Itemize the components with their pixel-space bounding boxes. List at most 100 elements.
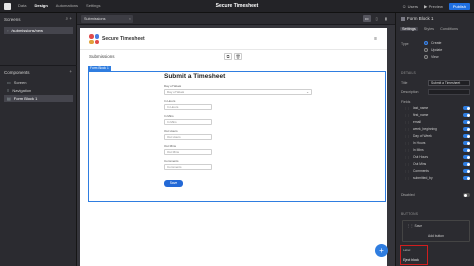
preview-button[interactable]: ▶ Preview <box>424 4 443 10</box>
tab-label: Submissions <box>84 17 106 21</box>
buttons-box: ⋮⋮ Save Add button <box>402 220 470 242</box>
component-item-form-block[interactable]: ▤ Form Block 1 <box>4 95 73 102</box>
comments-input[interactable]: Comments <box>164 164 212 170</box>
buttons-section: BUTTONS <box>401 212 419 216</box>
component-label: Form Block 1 <box>13 96 38 101</box>
add-component-fab[interactable]: + <box>375 244 388 257</box>
drag-handle-icon[interactable]: ⋮⋮ <box>404 127 410 131</box>
drag-handle-icon[interactable]: ⋮⋮ <box>404 113 410 117</box>
type-create-radio[interactable]: Create <box>424 41 442 45</box>
panel-divider <box>0 65 77 66</box>
field-row[interactable]: ⋮⋮ Out Hours <box>404 154 470 160</box>
duplicate-icon[interactable]: ⧉ <box>224 53 232 60</box>
page-subheading: Submissions <box>89 54 115 59</box>
disabled-label: Disabled <box>401 193 415 197</box>
field-row[interactable]: ⋮⋮ first_name <box>404 112 470 118</box>
tab-submissions[interactable]: Submissions × <box>81 15 133 23</box>
button-item-save[interactable]: ⋮⋮ Save <box>407 224 422 228</box>
type-view-radio[interactable]: View <box>424 55 439 59</box>
screen-item[interactable]: ▫ /submissions/new <box>4 27 73 34</box>
radio-label: Update <box>431 48 443 52</box>
field-row[interactable]: ⋮⋮ last_name <box>404 105 470 111</box>
save-button[interactable]: Save <box>164 180 183 187</box>
out-hours-input[interactable]: Out Hours <box>164 134 212 140</box>
field-row[interactable]: ⋮⋮ submitted_by <box>404 175 470 181</box>
app-title: Secure Timesheet <box>102 36 145 42</box>
field-row[interactable]: ⋮⋮ email <box>404 119 470 125</box>
drag-handle-icon[interactable]: ⋮⋮ <box>407 224 414 228</box>
field-row[interactable]: ⋮⋮ Out Mins <box>404 161 470 167</box>
budibase-logo[interactable] <box>4 3 11 10</box>
field-toggle[interactable] <box>463 155 470 159</box>
field-toggle[interactable] <box>463 120 470 124</box>
drag-handle-icon[interactable]: ⋮⋮ <box>404 134 410 138</box>
field-label-in-hours: In Hours <box>164 99 176 103</box>
type-update-radio[interactable]: Update <box>424 48 442 52</box>
field-row[interactable]: ⋮⋮ Day of Week <box>404 133 470 139</box>
field-row[interactable]: ⋮⋮ week_beginning <box>404 126 470 132</box>
nav-automations[interactable]: Automations <box>56 3 78 8</box>
tablet-icon[interactable]: ▯ <box>374 15 380 22</box>
field-toggle[interactable] <box>463 134 470 138</box>
form-block[interactable]: Submit a Timesheet Day of Week Day of We… <box>88 71 386 202</box>
canvas-tabs-bar: Submissions × ▭ ▯ ▮ <box>77 13 395 25</box>
field-name: Out Mins <box>413 162 427 166</box>
out-mins-input[interactable]: Out Mins <box>164 149 212 155</box>
title-input[interactable]: Submit a Timesheet <box>428 80 470 86</box>
in-mins-input[interactable]: In Mins <box>164 119 212 125</box>
drag-handle-icon[interactable]: ⋮⋮ <box>404 162 410 166</box>
drag-handle-icon[interactable]: ⋮⋮ <box>404 155 410 159</box>
block-icon <box>401 16 405 21</box>
field-toggle[interactable] <box>463 148 470 152</box>
field-toggle[interactable] <box>463 141 470 145</box>
field-toggle[interactable] <box>463 106 470 110</box>
component-item-navigation[interactable]: ≡ Navigation <box>4 87 73 94</box>
tab-conditions[interactable]: Conditions <box>440 27 458 31</box>
publish-button[interactable]: Publish <box>448 3 470 10</box>
drag-handle-icon[interactable]: ⋮⋮ <box>404 148 410 152</box>
drag-handle-icon[interactable]: ⋮⋮ <box>404 169 410 173</box>
drag-handle-icon[interactable]: ⋮⋮ <box>404 141 410 145</box>
description-input[interactable] <box>428 89 470 95</box>
eject-block-button[interactable]: Eject block <box>403 258 419 262</box>
desktop-icon[interactable]: ▭ <box>362 15 371 22</box>
field-toggle[interactable] <box>463 113 470 117</box>
field-toggle[interactable] <box>463 127 470 131</box>
nav-settings[interactable]: Settings <box>86 3 100 8</box>
title-label: Title <box>401 81 408 85</box>
users-label: Users <box>407 4 419 9</box>
field-row[interactable]: ⋮⋮ In Mins <box>404 147 470 153</box>
menu-icon[interactable]: ≡ <box>374 36 377 42</box>
close-icon[interactable]: × <box>129 17 131 21</box>
field-label-comments: Comments <box>164 159 179 163</box>
day-of-week-select[interactable]: Day of Week ⌄ <box>164 89 312 95</box>
disabled-toggle[interactable] <box>463 193 470 197</box>
field-toggle[interactable] <box>463 176 470 180</box>
drag-handle-icon[interactable]: ⋮⋮ <box>404 120 410 124</box>
delete-icon[interactable]: 🗑 <box>234 53 242 60</box>
search-icon[interactable]: ⌕ <box>66 16 69 21</box>
type-label: Type <box>401 42 409 46</box>
add-screen-icon[interactable]: + <box>69 16 72 21</box>
field-name: Out Hours <box>413 155 429 159</box>
drag-handle-icon[interactable]: ⋮⋮ <box>404 176 410 180</box>
drag-handle-icon[interactable]: ⋮⋮ <box>404 106 410 110</box>
mobile-icon[interactable]: ▮ <box>383 15 389 22</box>
tab-styles[interactable]: Styles <box>424 27 434 31</box>
screens-controls[interactable]: ⌕ + <box>66 16 72 21</box>
users-button[interactable]: ☺ Users <box>402 4 418 9</box>
field-row[interactable]: ⋮⋮ Comments <box>404 168 470 174</box>
in-hours-input[interactable]: In Hours <box>164 104 212 110</box>
field-name: Comments <box>413 169 429 173</box>
tab-settings[interactable]: Settings <box>400 27 418 31</box>
nav-data[interactable]: Data <box>18 3 26 8</box>
field-toggle[interactable] <box>463 162 470 166</box>
description-label: Description <box>401 90 419 94</box>
add-component-icon[interactable]: + <box>69 69 72 74</box>
add-button-link[interactable]: Add button <box>403 234 469 238</box>
nav-design[interactable]: Design <box>34 3 47 8</box>
field-toggle[interactable] <box>463 169 470 173</box>
component-item-screen[interactable]: ▭ Screen <box>4 79 73 86</box>
select-placeholder: Day of Week <box>167 90 185 94</box>
field-row[interactable]: ⋮⋮ In Hours <box>404 140 470 146</box>
